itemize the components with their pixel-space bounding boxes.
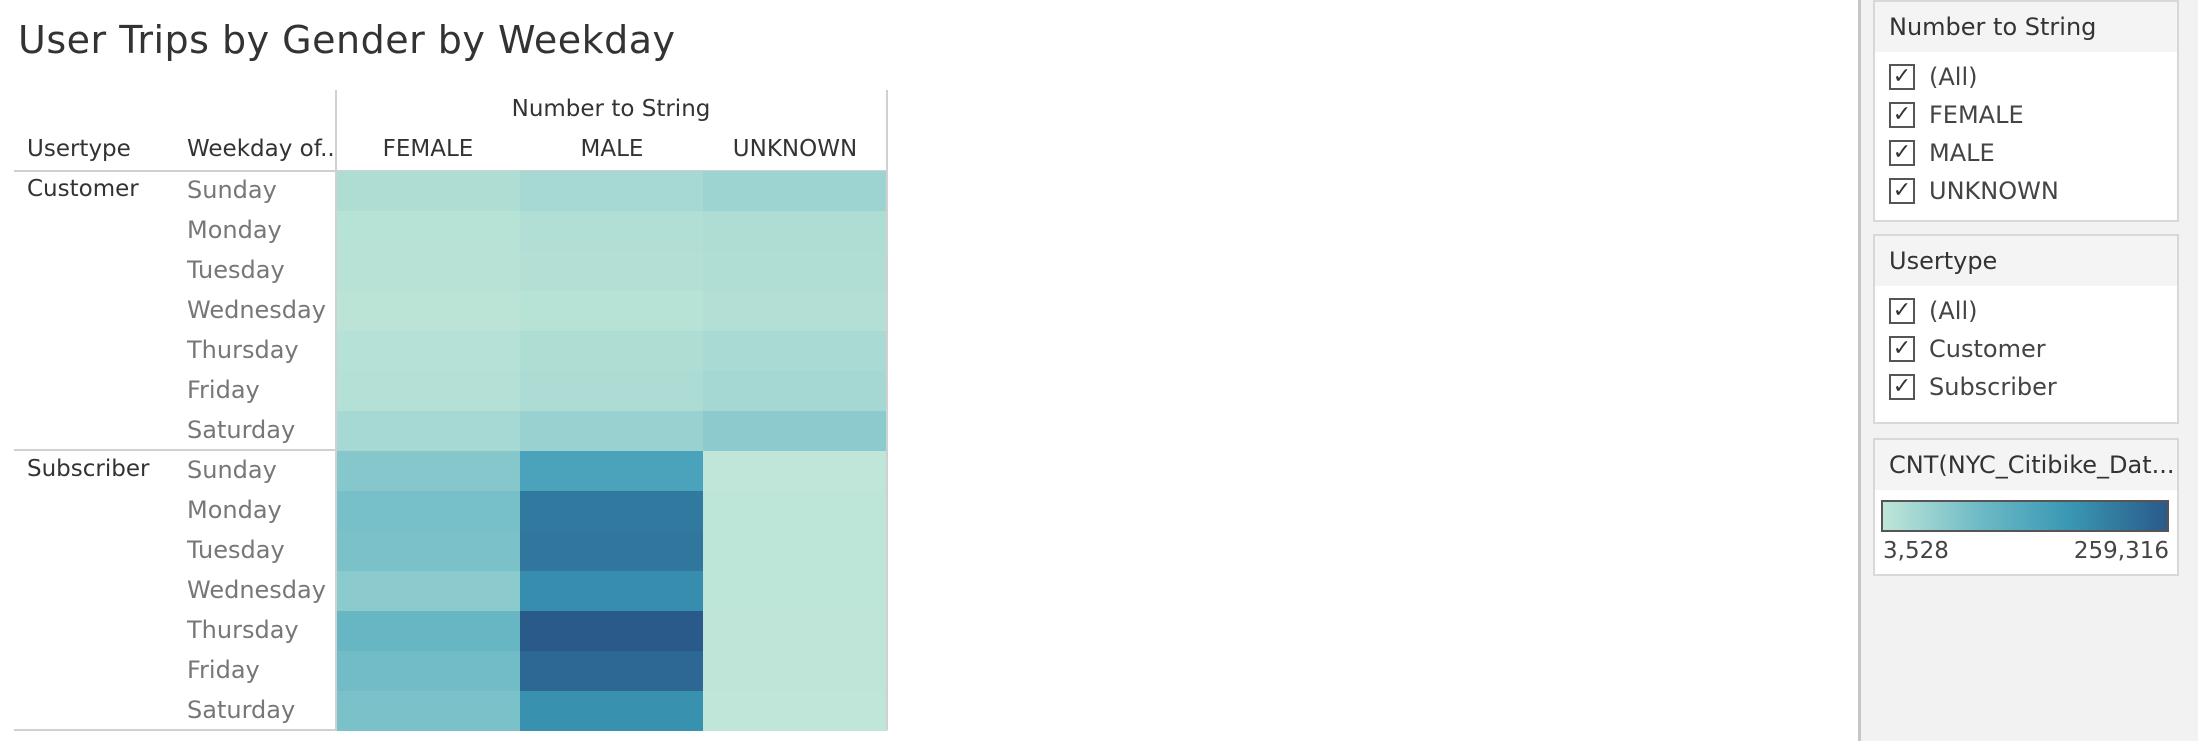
row-header-weekday: Weekday of.. <box>187 136 335 162</box>
heatmap-cell[interactable] <box>337 531 520 571</box>
column-group-header: Number to String <box>511 96 711 122</box>
day-label: Tuesday <box>187 256 285 284</box>
group-label-subscriber: Subscriber <box>27 456 150 482</box>
column-divider-left <box>335 90 337 730</box>
heatmap-cell[interactable] <box>703 411 886 451</box>
heatmap-cell[interactable] <box>337 451 520 491</box>
heatmap-cell[interactable] <box>520 651 703 691</box>
filter-option-male[interactable]: ✓ MALE <box>1875 134 2177 172</box>
heatmap-cell[interactable] <box>703 371 886 411</box>
heatmap-cell[interactable] <box>337 651 520 691</box>
day-label: Wednesday <box>187 576 326 604</box>
heatmap-cell[interactable] <box>520 531 703 571</box>
heatmap-cell[interactable] <box>520 691 703 731</box>
checkbox[interactable]: ✓ <box>1889 178 1915 204</box>
filter-title: Number to String <box>1875 2 2177 52</box>
checkbox[interactable]: ✓ <box>1889 374 1915 400</box>
day-label: Thursday <box>187 616 299 644</box>
day-label: Saturday <box>187 416 296 444</box>
heatmap-cell[interactable] <box>520 371 703 411</box>
group-label-customer: Customer <box>27 176 139 202</box>
heatmap-cell[interactable] <box>703 171 886 211</box>
heatmap-cell[interactable] <box>520 251 703 291</box>
heatmap-cell[interactable] <box>337 571 520 611</box>
day-label: Saturday <box>187 696 296 724</box>
heatmap-cell[interactable] <box>337 291 520 331</box>
column-header-male: MALE <box>580 136 644 162</box>
day-label: Thursday <box>187 336 299 364</box>
checkbox[interactable]: ✓ <box>1889 140 1915 166</box>
filter-option-all[interactable]: ✓ (All) <box>1875 292 2177 330</box>
heatmap-cell[interactable] <box>703 491 886 531</box>
filter-option-female[interactable]: ✓ FEMALE <box>1875 96 2177 134</box>
heatmap-cell[interactable] <box>520 611 703 651</box>
heatmap-cell[interactable] <box>337 691 520 731</box>
heatmap-cell[interactable] <box>337 371 520 411</box>
checkbox[interactable]: ✓ <box>1889 102 1915 128</box>
filter-option-label: (All) <box>1929 63 1978 91</box>
filter-option-customer[interactable]: ✓ Customer <box>1875 330 2177 368</box>
checkbox[interactable]: ✓ <box>1889 336 1915 362</box>
day-label: Sunday <box>187 176 277 204</box>
heatmap-cell[interactable] <box>337 171 520 211</box>
day-label: Monday <box>187 216 282 244</box>
heatmap-cell[interactable] <box>520 571 703 611</box>
heatmap-cell[interactable] <box>337 331 520 371</box>
heatmap-cell[interactable] <box>337 211 520 251</box>
filter-option-label: FEMALE <box>1929 101 2024 129</box>
heatmap-cell[interactable] <box>520 411 703 451</box>
heatmap-cell[interactable] <box>703 291 886 331</box>
filter-option-subscriber[interactable]: ✓ Subscriber <box>1875 368 2177 406</box>
heatmap-cell[interactable] <box>520 171 703 211</box>
heatmap-cell[interactable] <box>703 691 886 731</box>
heatmap <box>337 171 886 731</box>
heatmap-cell[interactable] <box>337 251 520 291</box>
heatmap-cell[interactable] <box>703 531 886 571</box>
day-label: Friday <box>187 656 260 684</box>
chart-title: User Trips by Gender by Weekday <box>18 18 676 62</box>
heatmap-cell[interactable] <box>703 211 886 251</box>
heatmap-cell[interactable] <box>520 451 703 491</box>
legend-max-label: 259,316 <box>2073 538 2169 564</box>
filter-panel-gender: Number to String ✓ (All) ✓ FEMALE ✓ MALE… <box>1873 0 2179 222</box>
heatmap-cell[interactable] <box>703 251 886 291</box>
checkbox[interactable]: ✓ <box>1889 298 1915 324</box>
heatmap-cell[interactable] <box>520 211 703 251</box>
row-header-usertype: Usertype <box>27 136 131 162</box>
heatmap-cell[interactable] <box>520 331 703 371</box>
day-label: Friday <box>187 376 260 404</box>
legend-min-label: 3,528 <box>1883 538 1949 564</box>
heatmap-cell[interactable] <box>337 411 520 451</box>
heatmap-cell[interactable] <box>703 571 886 611</box>
filter-title: Usertype <box>1875 236 2177 286</box>
filter-option-label: Customer <box>1929 335 2046 363</box>
heatmap-cell[interactable] <box>703 651 886 691</box>
color-legend-panel: CNT(NYC_Citibike_Dat... 3,528 259,316 <box>1873 438 2179 576</box>
heatmap-cell[interactable] <box>703 451 886 491</box>
color-legend-bar <box>1881 500 2169 532</box>
filter-option-unknown[interactable]: ✓ UNKNOWN <box>1875 172 2177 210</box>
filter-option-label: UNKNOWN <box>1929 177 2059 205</box>
heatmap-cell[interactable] <box>703 611 886 651</box>
day-label: Sunday <box>187 456 277 484</box>
day-label: Monday <box>187 496 282 524</box>
heatmap-cell[interactable] <box>520 291 703 331</box>
checkbox[interactable]: ✓ <box>1889 64 1915 90</box>
legend-title: CNT(NYC_Citibike_Dat... <box>1875 440 2177 490</box>
filter-panel-usertype: Usertype ✓ (All) ✓ Customer ✓ Subscriber <box>1873 234 2179 424</box>
heatmap-cell[interactable] <box>337 611 520 651</box>
filter-option-label: MALE <box>1929 139 1995 167</box>
filter-option-label: Subscriber <box>1929 373 2057 401</box>
heatmap-cell[interactable] <box>703 331 886 371</box>
heatmap-cell[interactable] <box>337 491 520 531</box>
column-header-female: FEMALE <box>382 136 474 162</box>
column-divider-right <box>886 90 888 730</box>
day-label: Wednesday <box>187 296 326 324</box>
filter-option-all[interactable]: ✓ (All) <box>1875 58 2177 96</box>
column-header-unknown: UNKNOWN <box>732 136 858 162</box>
filter-option-label: (All) <box>1929 297 1978 325</box>
heatmap-cell[interactable] <box>520 491 703 531</box>
day-label: Tuesday <box>187 536 285 564</box>
